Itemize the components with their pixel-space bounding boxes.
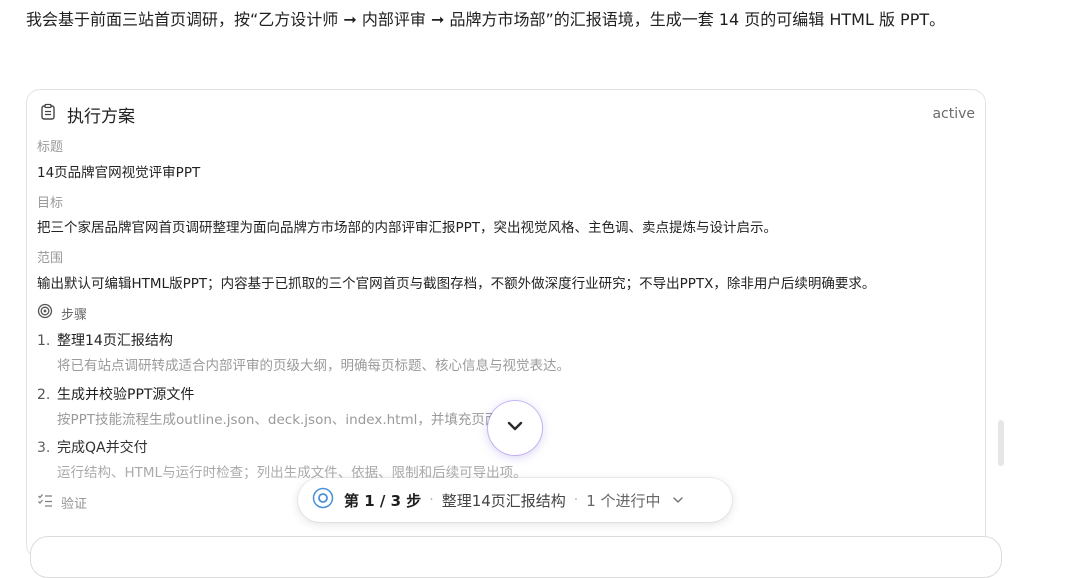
step-title: 整理14页汇报结构 xyxy=(57,333,173,349)
title-value: 14页品牌官网视觉评审PPT xyxy=(37,165,201,181)
clipboard-icon xyxy=(39,103,57,125)
step-item-3: 3. 完成QA并交付 xyxy=(37,437,148,457)
status-badge: active xyxy=(932,106,975,122)
progress-active-count: 1 个进行中 xyxy=(586,491,661,510)
step-desc: 按PPT技能流程生成outline.json、deck.json、index.h… xyxy=(57,412,539,428)
verify-header: 验证 xyxy=(37,492,87,512)
steps-label: 步骤 xyxy=(61,307,88,323)
step-number: 1. xyxy=(37,333,51,349)
target-icon xyxy=(37,303,53,323)
progress-current-step: 整理14页汇报结构 xyxy=(441,491,566,510)
step-number: 2. xyxy=(37,387,51,403)
goal-label: 目标 xyxy=(37,196,64,211)
step-number: 3. xyxy=(37,440,51,456)
plan-title: 执行方案 xyxy=(67,106,135,127)
scrollbar-thumb[interactable] xyxy=(998,420,1004,466)
separator-dot: · xyxy=(573,492,579,508)
step-title: 完成QA并交付 xyxy=(57,440,148,456)
plan-header: 执行方案 active xyxy=(39,102,975,127)
assistant-intro-text: 我会基于前面三站首页调研，按“乙方设计师 ➞ 内部评审 ➞ 品牌方市场部”的汇报… xyxy=(26,10,946,29)
progress-ring-icon xyxy=(312,487,334,513)
step-item-1: 1. 整理14页汇报结构 xyxy=(37,330,173,350)
chevron-down-icon xyxy=(671,493,685,507)
step-item-2: 2. 生成并校验PPT源文件 xyxy=(37,384,194,404)
steps-header: 步骤 xyxy=(37,303,87,323)
step-progress-pill[interactable]: 第 1 / 3 步 · 整理14页汇报结构 · 1 个进行中 xyxy=(298,478,732,522)
checklist-icon xyxy=(37,492,53,512)
progress-step-count: 第 1 / 3 步 xyxy=(344,491,422,510)
scope-value: 输出默认可编辑HTML版PPT；内容基于已抓取的三个官网首页与截图存档，不额外做… xyxy=(37,276,876,292)
step-title: 生成并校验PPT源文件 xyxy=(57,387,195,403)
goal-value: 把三个家居品牌官网首页调研整理为面向品牌方市场部的内部评审汇报PPT，突出视觉风… xyxy=(37,220,778,236)
message-input-box[interactable] xyxy=(30,536,1002,578)
scroll-down-button[interactable] xyxy=(488,401,542,455)
separator-dot: · xyxy=(429,492,434,508)
scope-label: 范围 xyxy=(37,251,64,266)
verify-label: 验证 xyxy=(61,496,88,512)
step-desc: 将已有站点调研转成适合内部评审的页级大纲，明确每页标题、核心信息与视觉表达。 xyxy=(57,358,570,374)
chevron-down-icon xyxy=(504,415,526,441)
title-label: 标题 xyxy=(37,140,64,155)
